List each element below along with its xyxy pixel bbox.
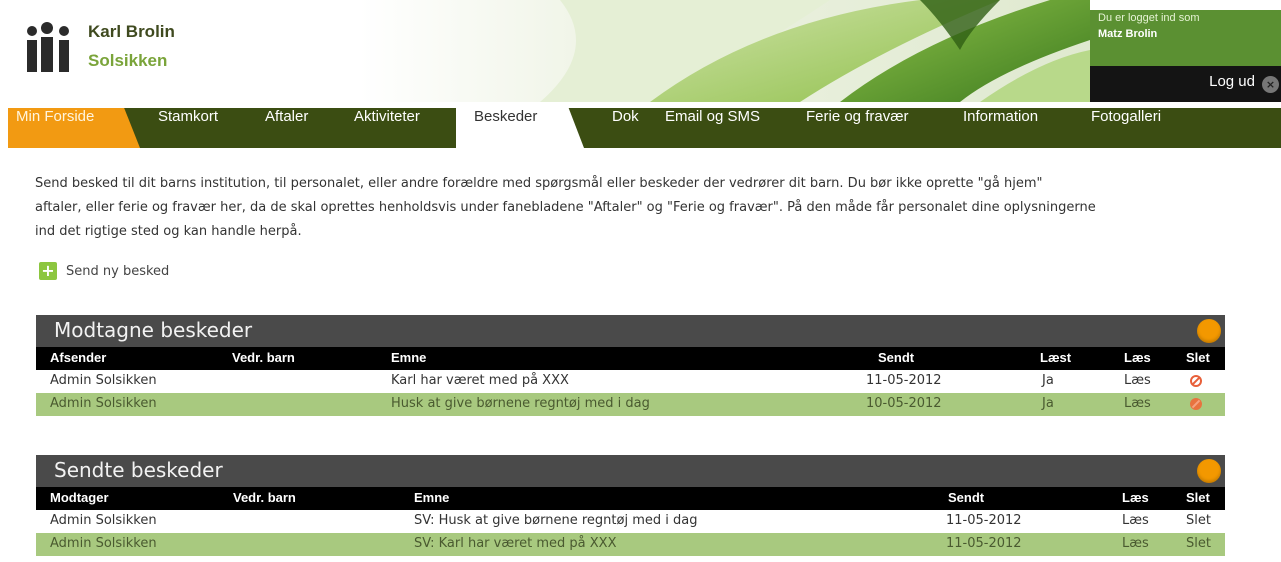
institution-name: Solsikken bbox=[88, 51, 168, 70]
main-nav: Min Forside Stamkort Aftaler Aktiviteter… bbox=[8, 108, 1281, 148]
column-header-sent: Sendt bbox=[878, 350, 915, 365]
column-header-child: Vedr. barn bbox=[233, 490, 296, 505]
cell-subject: Karl har været med på XXX bbox=[391, 373, 569, 388]
table-row[interactable]: Admin Solsikken SV: Karl har været med p… bbox=[36, 533, 1225, 556]
read-link[interactable]: Læs bbox=[1122, 513, 1149, 528]
cell-subject: Husk at give børnene regntøj med i dag bbox=[391, 396, 650, 411]
cell-recipient: Admin Solsikken bbox=[50, 536, 157, 551]
close-icon: × bbox=[1262, 76, 1279, 93]
table-header: Afsender Vedr. barn Emne Sendt Læst Læs … bbox=[36, 347, 1225, 370]
read-link[interactable]: Læs bbox=[1124, 373, 1151, 388]
plus-icon: + bbox=[39, 262, 57, 280]
collapse-toggle-icon[interactable] bbox=[1197, 459, 1221, 483]
page-header: Karl Brolin Solsikken Du er logget ind s… bbox=[0, 0, 1281, 102]
tab-aftaler[interactable]: Aftaler bbox=[265, 108, 308, 148]
tab-email-og-sms[interactable]: Email og SMS bbox=[665, 108, 760, 148]
read-link[interactable]: Læs bbox=[1122, 536, 1149, 551]
tab-ferie-og-fravaer[interactable]: Ferie og fravær bbox=[806, 108, 909, 148]
column-header-recipient: Modtager bbox=[50, 490, 109, 505]
table-row[interactable]: Admin Solsikken SV: Husk at give børnene… bbox=[36, 510, 1225, 533]
cell-recipient: Admin Solsikken bbox=[50, 513, 157, 528]
delete-link[interactable]: Slet bbox=[1186, 513, 1211, 528]
table-row[interactable]: Admin Solsikken Karl har været med på XX… bbox=[36, 370, 1225, 393]
column-header-read-action: Læs bbox=[1122, 490, 1149, 505]
sent-messages-panel: Sendte beskeder Modtager Vedr. barn Emne… bbox=[36, 455, 1225, 556]
tab-dok[interactable]: Dok bbox=[612, 108, 639, 148]
tab-stamkort[interactable]: Stamkort bbox=[158, 108, 218, 148]
user-info-box: Du er logget ind som Matz Brolin bbox=[1090, 10, 1281, 66]
logout-label: Log ud bbox=[1209, 73, 1255, 90]
intro-text: Send besked til dit barns institution, t… bbox=[35, 172, 1265, 244]
column-header-read-action: Læs bbox=[1124, 350, 1151, 365]
child-name: Karl Brolin bbox=[88, 22, 175, 41]
collapse-toggle-icon[interactable] bbox=[1197, 319, 1221, 343]
cell-read: Ja bbox=[1042, 373, 1054, 388]
column-header-delete: Slet bbox=[1186, 490, 1210, 505]
table-row[interactable]: Admin Solsikken Husk at give børnene reg… bbox=[36, 393, 1225, 416]
tab-information[interactable]: Information bbox=[963, 108, 1038, 148]
cell-sent: 10-05-2012 bbox=[866, 396, 942, 411]
intro-line: aftaler, eller ferie og fravær her, da d… bbox=[35, 200, 1096, 215]
delete-icon[interactable] bbox=[1190, 398, 1202, 410]
column-header-sender: Afsender bbox=[50, 350, 107, 365]
panel-title-bar: Modtagne beskeder bbox=[36, 315, 1225, 347]
panel-title: Modtagne beskeder bbox=[54, 318, 253, 342]
column-header-child: Vedr. barn bbox=[232, 350, 295, 365]
logged-in-label: Du er logget ind som bbox=[1098, 12, 1200, 24]
column-header-subject: Emne bbox=[391, 350, 427, 365]
cell-sender: Admin Solsikken bbox=[50, 396, 157, 411]
logo-icon bbox=[24, 22, 78, 74]
cell-sent: 11-05-2012 bbox=[946, 513, 1022, 528]
cell-sender: Admin Solsikken bbox=[50, 373, 157, 388]
panel-title-bar: Sendte beskeder bbox=[36, 455, 1225, 487]
send-new-message-label: Send ny besked bbox=[66, 264, 170, 279]
column-header-read: Læst bbox=[1040, 350, 1072, 365]
column-header-subject: Emne bbox=[414, 490, 450, 505]
tab-min-forside[interactable]: Min Forside bbox=[8, 108, 140, 148]
cell-sent: 11-05-2012 bbox=[946, 536, 1022, 551]
column-header-delete: Slet bbox=[1186, 350, 1210, 365]
cell-sent: 11-05-2012 bbox=[866, 373, 942, 388]
intro-line: ind det rigtige sted og kan handle herpå… bbox=[35, 224, 302, 239]
delete-icon[interactable] bbox=[1190, 375, 1202, 387]
panel-title: Sendte beskeder bbox=[54, 458, 223, 482]
cell-subject: SV: Karl har været med på XXX bbox=[414, 536, 617, 551]
tab-beskeder[interactable]: Beskeder bbox=[456, 108, 584, 148]
tab-aktiviteter[interactable]: Aktiviteter bbox=[354, 108, 420, 148]
delete-link[interactable]: Slet bbox=[1186, 536, 1211, 551]
logout-button[interactable]: Log ud × bbox=[1090, 66, 1281, 102]
user-name: Matz Brolin bbox=[1098, 28, 1158, 40]
intro-line: Send besked til dit barns institution, t… bbox=[35, 176, 1043, 191]
read-link[interactable]: Læs bbox=[1124, 396, 1151, 411]
table-header: Modtager Vedr. barn Emne Sendt Læs Slet bbox=[36, 487, 1225, 510]
cell-read: Ja bbox=[1042, 396, 1054, 411]
tab-fotogalleri[interactable]: Fotogalleri bbox=[1091, 108, 1161, 148]
header-banner-graphic bbox=[360, 0, 1090, 102]
received-messages-panel: Modtagne beskeder Afsender Vedr. barn Em… bbox=[36, 315, 1225, 416]
cell-subject: SV: Husk at give børnene regntøj med i d… bbox=[414, 513, 698, 528]
column-header-sent: Sendt bbox=[948, 490, 985, 505]
